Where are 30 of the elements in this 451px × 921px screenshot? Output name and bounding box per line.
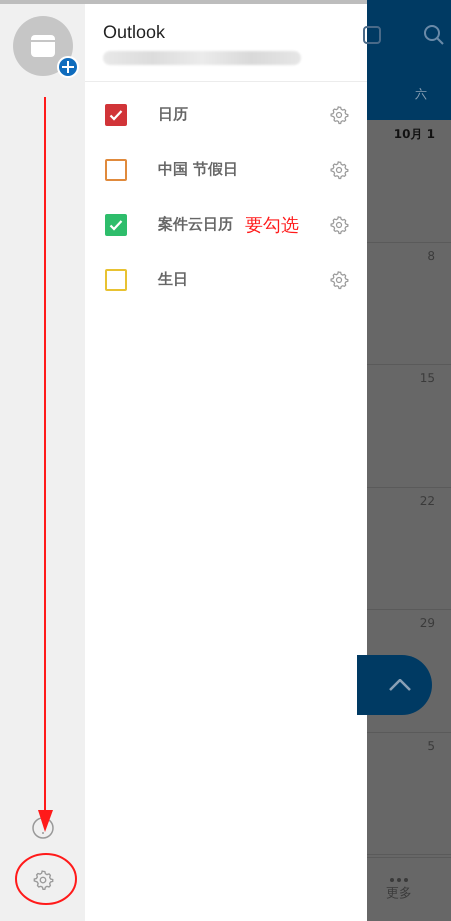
more-icon <box>390 878 408 882</box>
weekday-label: 六 <box>415 86 427 103</box>
settings-icon[interactable] <box>329 214 349 234</box>
account-title: Outlook <box>103 22 166 43</box>
checkbox[interactable] <box>105 158 127 180</box>
calendar-row[interactable]: 中国 节假日 <box>85 142 367 197</box>
calendar-name: 案件云日历 <box>158 215 233 234</box>
settings-icon[interactable] <box>329 104 349 124</box>
search-icon[interactable] <box>423 24 445 46</box>
checkbox[interactable] <box>105 268 127 290</box>
settings-icon[interactable] <box>329 160 349 180</box>
check-icon <box>109 218 123 230</box>
calendar-name: 日历 <box>158 105 188 124</box>
calendar-name: 生日 <box>158 270 188 289</box>
checkbox[interactable] <box>105 214 127 236</box>
checkbox[interactable] <box>105 104 127 126</box>
settings-icon[interactable] <box>329 270 349 290</box>
annotation-circle <box>15 853 77 905</box>
add-icon[interactable] <box>56 56 78 78</box>
settings-icon[interactable] <box>32 869 54 891</box>
scroll-up-button[interactable] <box>357 655 432 715</box>
calendar-row[interactable]: 日历 <box>85 87 367 142</box>
calendar-name: 中国 节假日 <box>158 160 238 179</box>
calendar-row[interactable]: 生日 <box>85 252 367 307</box>
calendar-row[interactable]: 案件云日历 要勾选 <box>85 197 367 252</box>
help-icon[interactable] <box>32 817 54 839</box>
chevron-up-icon <box>388 679 410 691</box>
annotation-text: 要勾选 <box>245 214 299 236</box>
date-label: 10月 1 <box>394 126 435 143</box>
check-icon <box>109 108 123 120</box>
